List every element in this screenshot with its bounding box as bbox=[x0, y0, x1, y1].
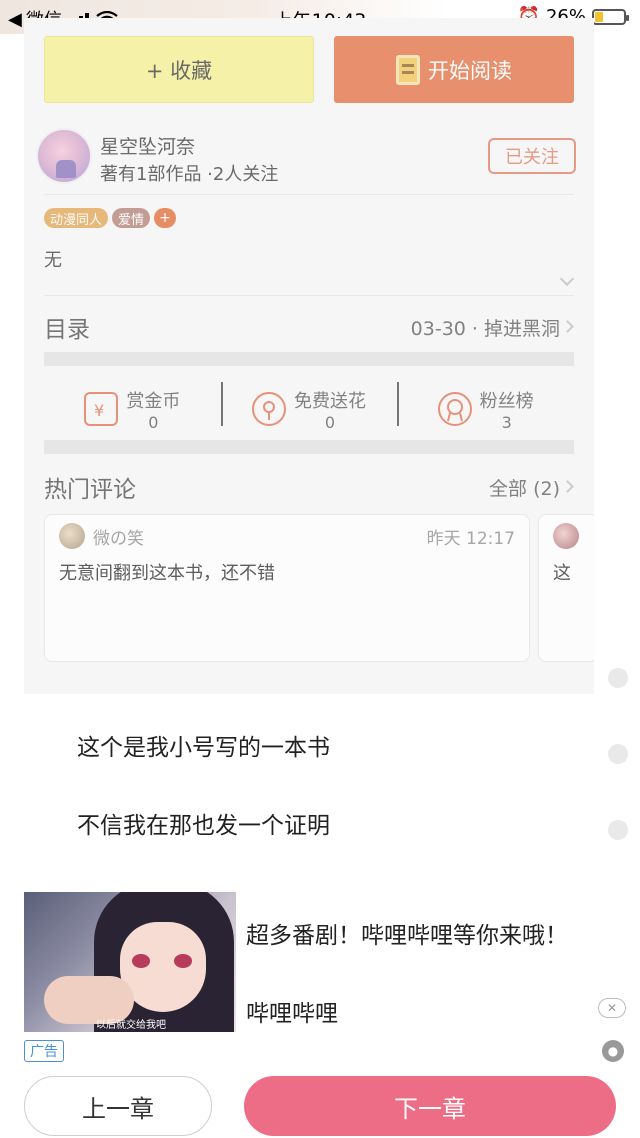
commenter-name[interactable]: 微の笑 bbox=[93, 524, 144, 549]
ad-source[interactable]: 哔哩哔哩 bbox=[246, 994, 338, 1028]
book-intro: 无 bbox=[44, 250, 62, 271]
reward-coins-button[interactable]: ¥ 赏金币 0 bbox=[44, 374, 221, 444]
author-name[interactable]: 星空坠河奈 bbox=[100, 132, 195, 159]
stat-label: 免费送花 bbox=[294, 390, 366, 412]
book-detail-card: + 收藏 开始阅读 星空坠河奈 著有1部作品 ·2人关注 已关注 动漫同人 爱情… bbox=[24, 18, 594, 694]
comment-text: 无意间翻到这本书，还不错 bbox=[59, 563, 275, 584]
chevron-right-icon[interactable] bbox=[561, 480, 574, 493]
fan-ranking-button[interactable]: 粉丝榜 3 bbox=[397, 374, 574, 444]
medal-icon bbox=[437, 392, 472, 426]
commenter-avatar[interactable] bbox=[553, 523, 579, 549]
ad-title[interactable]: 超多番剧！哔哩哔哩等你来哦！ bbox=[246, 916, 568, 950]
ad-logo-icon: ● bbox=[602, 1040, 624, 1062]
ad-badge: 广告 bbox=[24, 1040, 64, 1062]
stat-label: 赏金币 bbox=[126, 390, 181, 412]
comment-time: 昨天 12:17 bbox=[426, 529, 515, 549]
flower-icon bbox=[252, 392, 286, 426]
chevron-down-icon[interactable] bbox=[559, 271, 575, 287]
hot-comments-title: 热门评论 bbox=[44, 477, 136, 503]
start-reading-button[interactable]: 开始阅读 bbox=[334, 36, 574, 103]
section-band bbox=[44, 352, 574, 366]
ad-image-caption: 以后就交给我吧 bbox=[96, 1020, 166, 1031]
chapter-text-line: 不信我在那也发一个证明 bbox=[77, 813, 330, 839]
favorite-button[interactable]: + 收藏 bbox=[44, 36, 314, 103]
ad-close-button[interactable]: ✕ bbox=[598, 998, 626, 1018]
author-row[interactable]: 星空坠河奈 著有1部作品 ·2人关注 已关注 bbox=[36, 126, 576, 196]
commenter-avatar[interactable] bbox=[59, 523, 85, 549]
stat-value: 0 bbox=[324, 412, 336, 432]
divider bbox=[44, 194, 574, 195]
comment-card[interactable]: 微の笑 昨天 12:17 无意间翻到这本书，还不错 bbox=[44, 514, 530, 662]
stat-value: 0 bbox=[148, 412, 159, 432]
author-avatar[interactable] bbox=[36, 128, 92, 184]
section-band bbox=[44, 440, 574, 454]
tag-item[interactable]: 爱情 bbox=[112, 208, 151, 228]
comment-card[interactable]: 这 bbox=[538, 514, 594, 662]
side-dot[interactable] bbox=[608, 820, 628, 840]
chevron-right-icon[interactable] bbox=[561, 320, 574, 333]
start-reading-label: 开始阅读 bbox=[428, 58, 512, 83]
tag-list: 动漫同人 爱情 + bbox=[44, 208, 177, 228]
stat-label: 粉丝榜 bbox=[479, 390, 534, 412]
toc-title[interactable]: 目录 bbox=[44, 310, 90, 344]
coin-envelope-icon: ¥ bbox=[84, 392, 119, 426]
book-icon bbox=[396, 54, 420, 85]
toc-latest-chapter[interactable]: 03-30 · 掉进黑洞 bbox=[411, 314, 560, 341]
follow-button[interactable]: 已关注 bbox=[488, 138, 576, 174]
next-chapter-button[interactable]: 下一章 bbox=[244, 1076, 616, 1136]
tag-item[interactable]: 动漫同人 bbox=[44, 208, 109, 228]
author-meta: 著有1部作品 ·2人关注 bbox=[100, 164, 279, 185]
svg-text:¥: ¥ bbox=[94, 401, 104, 420]
battery-icon bbox=[592, 8, 629, 25]
divider bbox=[44, 295, 574, 296]
send-flower-button[interactable]: 免费送花 0 bbox=[220, 374, 398, 444]
previous-chapter-button[interactable]: 上一章 bbox=[24, 1076, 212, 1136]
stats-row: ¥ 赏金币 0 免费送花 0 粉丝榜 3 bbox=[44, 374, 574, 444]
side-dot[interactable] bbox=[608, 668, 628, 688]
stat-value: 3 bbox=[501, 412, 512, 432]
side-dot[interactable] bbox=[608, 744, 628, 764]
all-comments-link[interactable]: 全部 (2) bbox=[489, 474, 560, 501]
comment-text: 这 bbox=[553, 563, 571, 584]
add-tag-button[interactable]: + bbox=[154, 208, 177, 228]
ad-image[interactable]: 以后就交给我吧 bbox=[24, 892, 236, 1032]
chapter-text-line: 这个是我小号写的一本书 bbox=[77, 735, 330, 761]
